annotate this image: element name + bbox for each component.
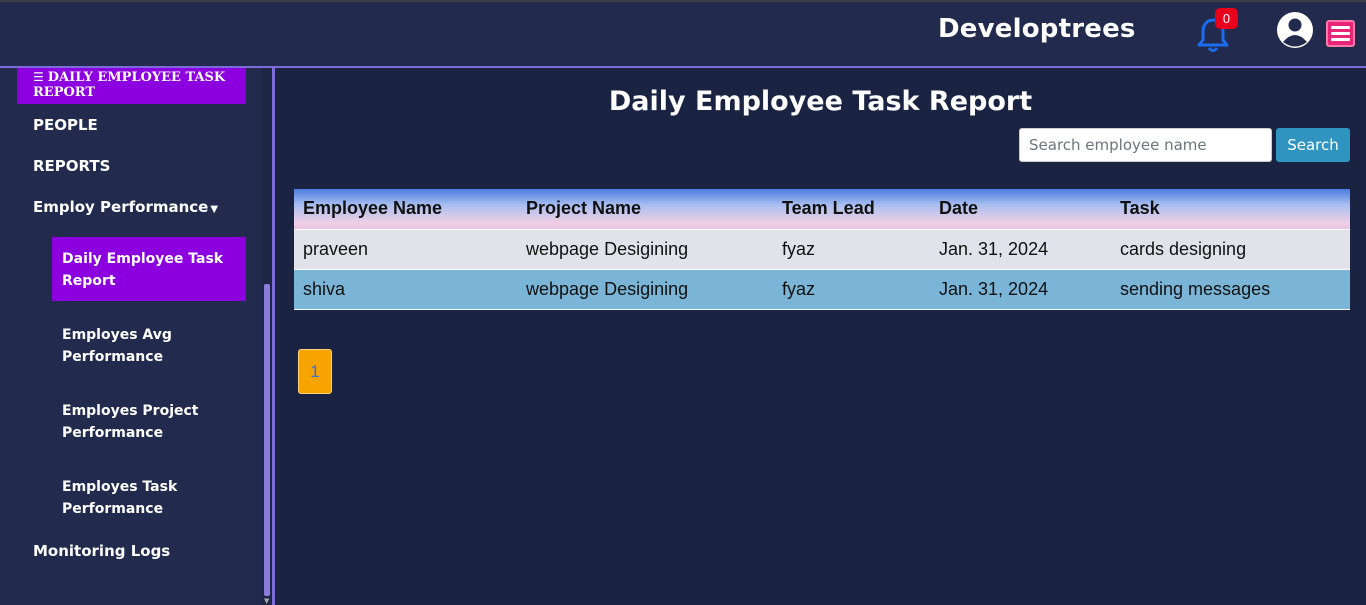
cell-employee-name: shiva	[294, 269, 517, 309]
top-navbar	[0, 0, 1366, 68]
column-header-task[interactable]: Task	[1111, 189, 1350, 229]
cell-team-lead: fyaz	[773, 229, 930, 269]
sidebar-item-employ-performance[interactable]: Employ Performance ▼	[33, 198, 218, 216]
brand-name[interactable]: Developtrees	[938, 14, 1136, 44]
cell-project-name: webpage Desigining	[517, 269, 773, 309]
search-employee-input[interactable]	[1019, 128, 1272, 162]
search-button[interactable]: Search	[1276, 128, 1350, 162]
notification-count-badge: 0	[1215, 8, 1238, 29]
sidebar-header-daily-task-report[interactable]: ☰ DAILY EMPLOYEE TASK REPORT	[17, 68, 246, 104]
caret-down-icon: ▼	[210, 204, 219, 215]
column-header-date[interactable]: Date	[930, 189, 1111, 229]
scroll-down-arrow-icon[interactable]: ▼	[264, 597, 269, 605]
sidebar-scrollbar-thumb[interactable]	[264, 284, 270, 596]
hamburger-menu-icon[interactable]	[1326, 20, 1355, 47]
cell-project-name: webpage Desigining	[517, 229, 773, 269]
cell-task: sending messages	[1111, 269, 1350, 309]
table-row: shiva webpage Desigining fyaz Jan. 31, 2…	[294, 269, 1350, 309]
cell-date: Jan. 31, 2024	[930, 229, 1111, 269]
table-row: praveen webpage Desigining fyaz Jan. 31,…	[294, 229, 1350, 269]
pagination-page-1[interactable]: 1	[298, 349, 332, 394]
content-divider	[272, 68, 275, 605]
sidebar-subitem-avg-performance[interactable]: Employes Avg Performance	[52, 313, 246, 377]
cell-date: Jan. 31, 2024	[930, 269, 1111, 309]
sidebar-header-label: DAILY EMPLOYEE TASK REPORT	[33, 70, 226, 100]
sidebar-subitem-task-performance[interactable]: Employes Task Performance	[52, 465, 246, 529]
sidebar-item-reports[interactable]: REPORTS	[33, 157, 110, 175]
task-report-table: Employee Name Project Name Team Lead Dat…	[294, 189, 1350, 310]
cell-task: cards designing	[1111, 229, 1350, 269]
page-title: Daily Employee Task Report	[608, 86, 1033, 117]
sidebar-subitem-project-performance[interactable]: Employes Project Performance	[52, 389, 246, 453]
sidebar-item-people[interactable]: PEOPLE	[33, 116, 98, 134]
cell-employee-name: praveen	[294, 229, 517, 269]
cell-team-lead: fyaz	[773, 269, 930, 309]
list-check-icon: ☰	[33, 70, 44, 84]
column-header-team-lead[interactable]: Team Lead	[773, 189, 930, 229]
sidebar-item-label: Employ Performance	[33, 198, 209, 216]
sidebar-subitem-daily-task-report[interactable]: Daily Employee Task Report	[52, 237, 246, 301]
column-header-project-name[interactable]: Project Name	[517, 189, 773, 229]
table-header-row: Employee Name Project Name Team Lead Dat…	[294, 189, 1350, 229]
column-header-employee-name[interactable]: Employee Name	[294, 189, 517, 229]
user-circle-icon[interactable]	[1276, 11, 1314, 49]
sidebar-item-monitoring-logs[interactable]: Monitoring Logs	[33, 542, 170, 560]
